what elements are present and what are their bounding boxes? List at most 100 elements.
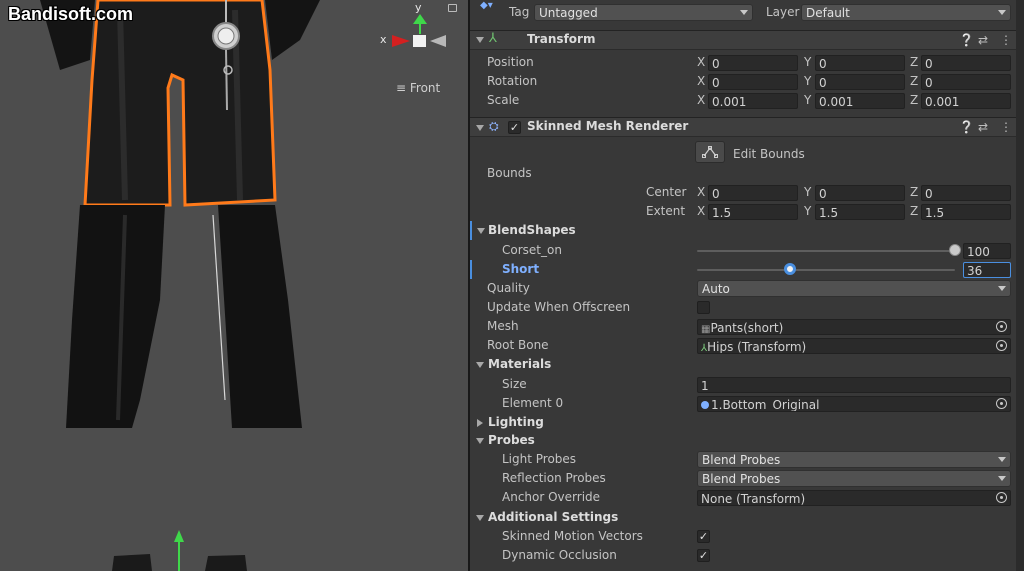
lighting-label: Lighting <box>488 415 544 429</box>
anchor-override-label: Anchor Override <box>502 490 601 504</box>
blendshape-slider-track[interactable] <box>697 250 955 252</box>
object-picker-icon[interactable] <box>996 398 1007 409</box>
bounds-label: Bounds <box>487 166 532 180</box>
probes-label: Probes <box>488 433 535 447</box>
position-z-field[interactable]: 0 <box>921 55 1011 71</box>
object-picker-icon[interactable] <box>996 340 1007 351</box>
view-mode-toggle[interactable]: ≡ Front <box>396 81 440 95</box>
watch-chain-lower <box>225 49 228 111</box>
blendshape-slider-thumb[interactable] <box>783 263 796 275</box>
scale-z-field[interactable]: 0.001 <box>921 93 1011 109</box>
more-options-icon[interactable]: ⋮ <box>1000 33 1012 47</box>
edit-bounds-button[interactable] <box>695 141 725 163</box>
position-y-field[interactable]: 0 <box>815 55 905 71</box>
object-picker-icon[interactable] <box>996 492 1007 503</box>
rotation-x-field[interactable]: 0 <box>708 74 798 90</box>
materials-label: Materials <box>488 357 552 371</box>
blendshape-value-field[interactable]: 100 <box>963 243 1011 259</box>
center-y-field[interactable]: 0 <box>815 185 905 201</box>
gizmo-y-cone <box>413 14 427 24</box>
layer-label: Layer <box>766 5 800 19</box>
root-bone-label: Root Bone <box>487 338 549 352</box>
transform-foldout-icon[interactable] <box>476 37 484 43</box>
rotation-z-axis-label: Z <box>910 74 919 88</box>
gizmo-x-cone <box>392 35 410 47</box>
update-offscreen-label: Update When Offscreen <box>487 300 631 314</box>
chevron-down-icon <box>998 457 1006 462</box>
update-offscreen-checkbox[interactable] <box>697 301 710 314</box>
rotation-z-field[interactable]: 0 <box>921 74 1011 90</box>
blendshape-value-field[interactable]: 36 <box>963 262 1011 278</box>
center-z-field[interactable]: 0 <box>921 185 1011 201</box>
blendshape-slider-track[interactable] <box>697 269 955 271</box>
inspector-scrollbar[interactable] <box>1016 0 1024 571</box>
blendshapes-foldout-icon[interactable] <box>477 228 485 234</box>
motion-vectors-checkbox[interactable]: ✓ <box>697 530 710 543</box>
reflection-probes-label: Reflection Probes <box>502 471 606 485</box>
element0-field[interactable]: 1.Bottom_Original <box>697 396 1011 412</box>
scene-view[interactable]: Bandisoft.com y x ≡ Front <box>0 0 468 571</box>
scale-x-field[interactable]: 0.001 <box>708 93 798 109</box>
pant-leg-right <box>218 205 302 428</box>
pant-leg-left <box>66 205 165 428</box>
position-x-field[interactable]: 0 <box>708 55 798 71</box>
orientation-gizmo[interactable] <box>392 14 446 47</box>
tag-label: Tag <box>509 5 530 19</box>
edit-bounds-icon <box>702 146 718 158</box>
center-z-axis-label: Z <box>910 185 919 199</box>
presets-icon[interactable]: ⇄ <box>978 120 988 134</box>
materials-size-field[interactable]: 1 <box>697 377 1011 393</box>
scale-y-field[interactable]: 0.001 <box>815 93 905 109</box>
smr-enabled-checkbox[interactable]: ✓ <box>508 121 521 134</box>
position-label: Position <box>487 55 534 69</box>
gizmo-x-label: x <box>380 33 387 46</box>
chevron-down-icon <box>998 10 1006 15</box>
materials-foldout-icon[interactable] <box>476 362 484 368</box>
coat-right-shape <box>265 0 320 60</box>
center-x-field[interactable]: 0 <box>708 185 798 201</box>
quality-dropdown[interactable]: Auto <box>697 280 1011 297</box>
light-probes-dropdown[interactable]: Blend Probes <box>697 451 1011 468</box>
center-y-axis-label: Y <box>804 185 812 199</box>
position-z-axis-label: Z <box>910 55 919 69</box>
tag-dropdown[interactable]: Untagged <box>534 4 753 21</box>
shoe-right <box>205 555 247 571</box>
chevron-down-icon <box>998 476 1006 481</box>
lighting-foldout-icon[interactable] <box>477 419 483 427</box>
materials-size-label: Size <box>502 377 527 391</box>
object-icon[interactable]: ◆▾ <box>480 0 493 11</box>
scale-z-axis-label: Z <box>910 93 919 107</box>
probes-foldout-icon[interactable] <box>476 438 484 444</box>
dynamic-occlusion-label: Dynamic Occlusion <box>502 548 617 562</box>
presets-icon[interactable]: ⇄ <box>978 33 988 47</box>
move-gizmo-y-arrow <box>174 530 184 542</box>
mesh-field[interactable]: ▦Pants(short) <box>697 319 1011 335</box>
blendshapes-focus-bar <box>470 221 472 240</box>
object-picker-icon[interactable] <box>996 321 1007 332</box>
anchor-override-field[interactable]: None (Transform) <box>697 490 1011 506</box>
reflection-probes-dropdown[interactable]: Blend Probes <box>697 470 1011 487</box>
hamburger-icon: ≡ <box>396 81 407 95</box>
additional-settings-label: Additional Settings <box>488 510 619 524</box>
blendshapes-label: BlendShapes <box>488 223 576 237</box>
more-options-icon[interactable]: ⋮ <box>1000 120 1012 134</box>
root-bone-field[interactable]: ⅄Hips (Transform) <box>697 338 1011 354</box>
extent-y-field[interactable]: 1.5 <box>815 204 905 220</box>
additional-foldout-icon[interactable] <box>476 515 484 521</box>
edit-bounds-label: Edit Bounds <box>733 147 805 161</box>
gizmo-neg-x-cone <box>430 35 446 47</box>
shoe-left <box>112 554 152 571</box>
dynamic-occlusion-checkbox[interactable]: ✓ <box>697 549 710 562</box>
blendshape-slider-thumb[interactable] <box>949 244 961 256</box>
extent-z-field[interactable]: 1.5 <box>921 204 1011 220</box>
lock-icon[interactable] <box>448 4 457 12</box>
extent-x-field[interactable]: 1.5 <box>708 204 798 220</box>
gizmo-y-label: y <box>415 1 422 14</box>
rotation-y-field[interactable]: 0 <box>815 74 905 90</box>
smr-foldout-icon[interactable] <box>476 125 484 131</box>
help-icon[interactable]: ❔ <box>959 33 974 47</box>
help-icon[interactable]: ❔ <box>959 120 974 134</box>
extent-label: Extent <box>646 204 686 218</box>
center-x-axis-label: X <box>697 185 706 199</box>
layer-dropdown[interactable]: Default <box>801 4 1011 21</box>
